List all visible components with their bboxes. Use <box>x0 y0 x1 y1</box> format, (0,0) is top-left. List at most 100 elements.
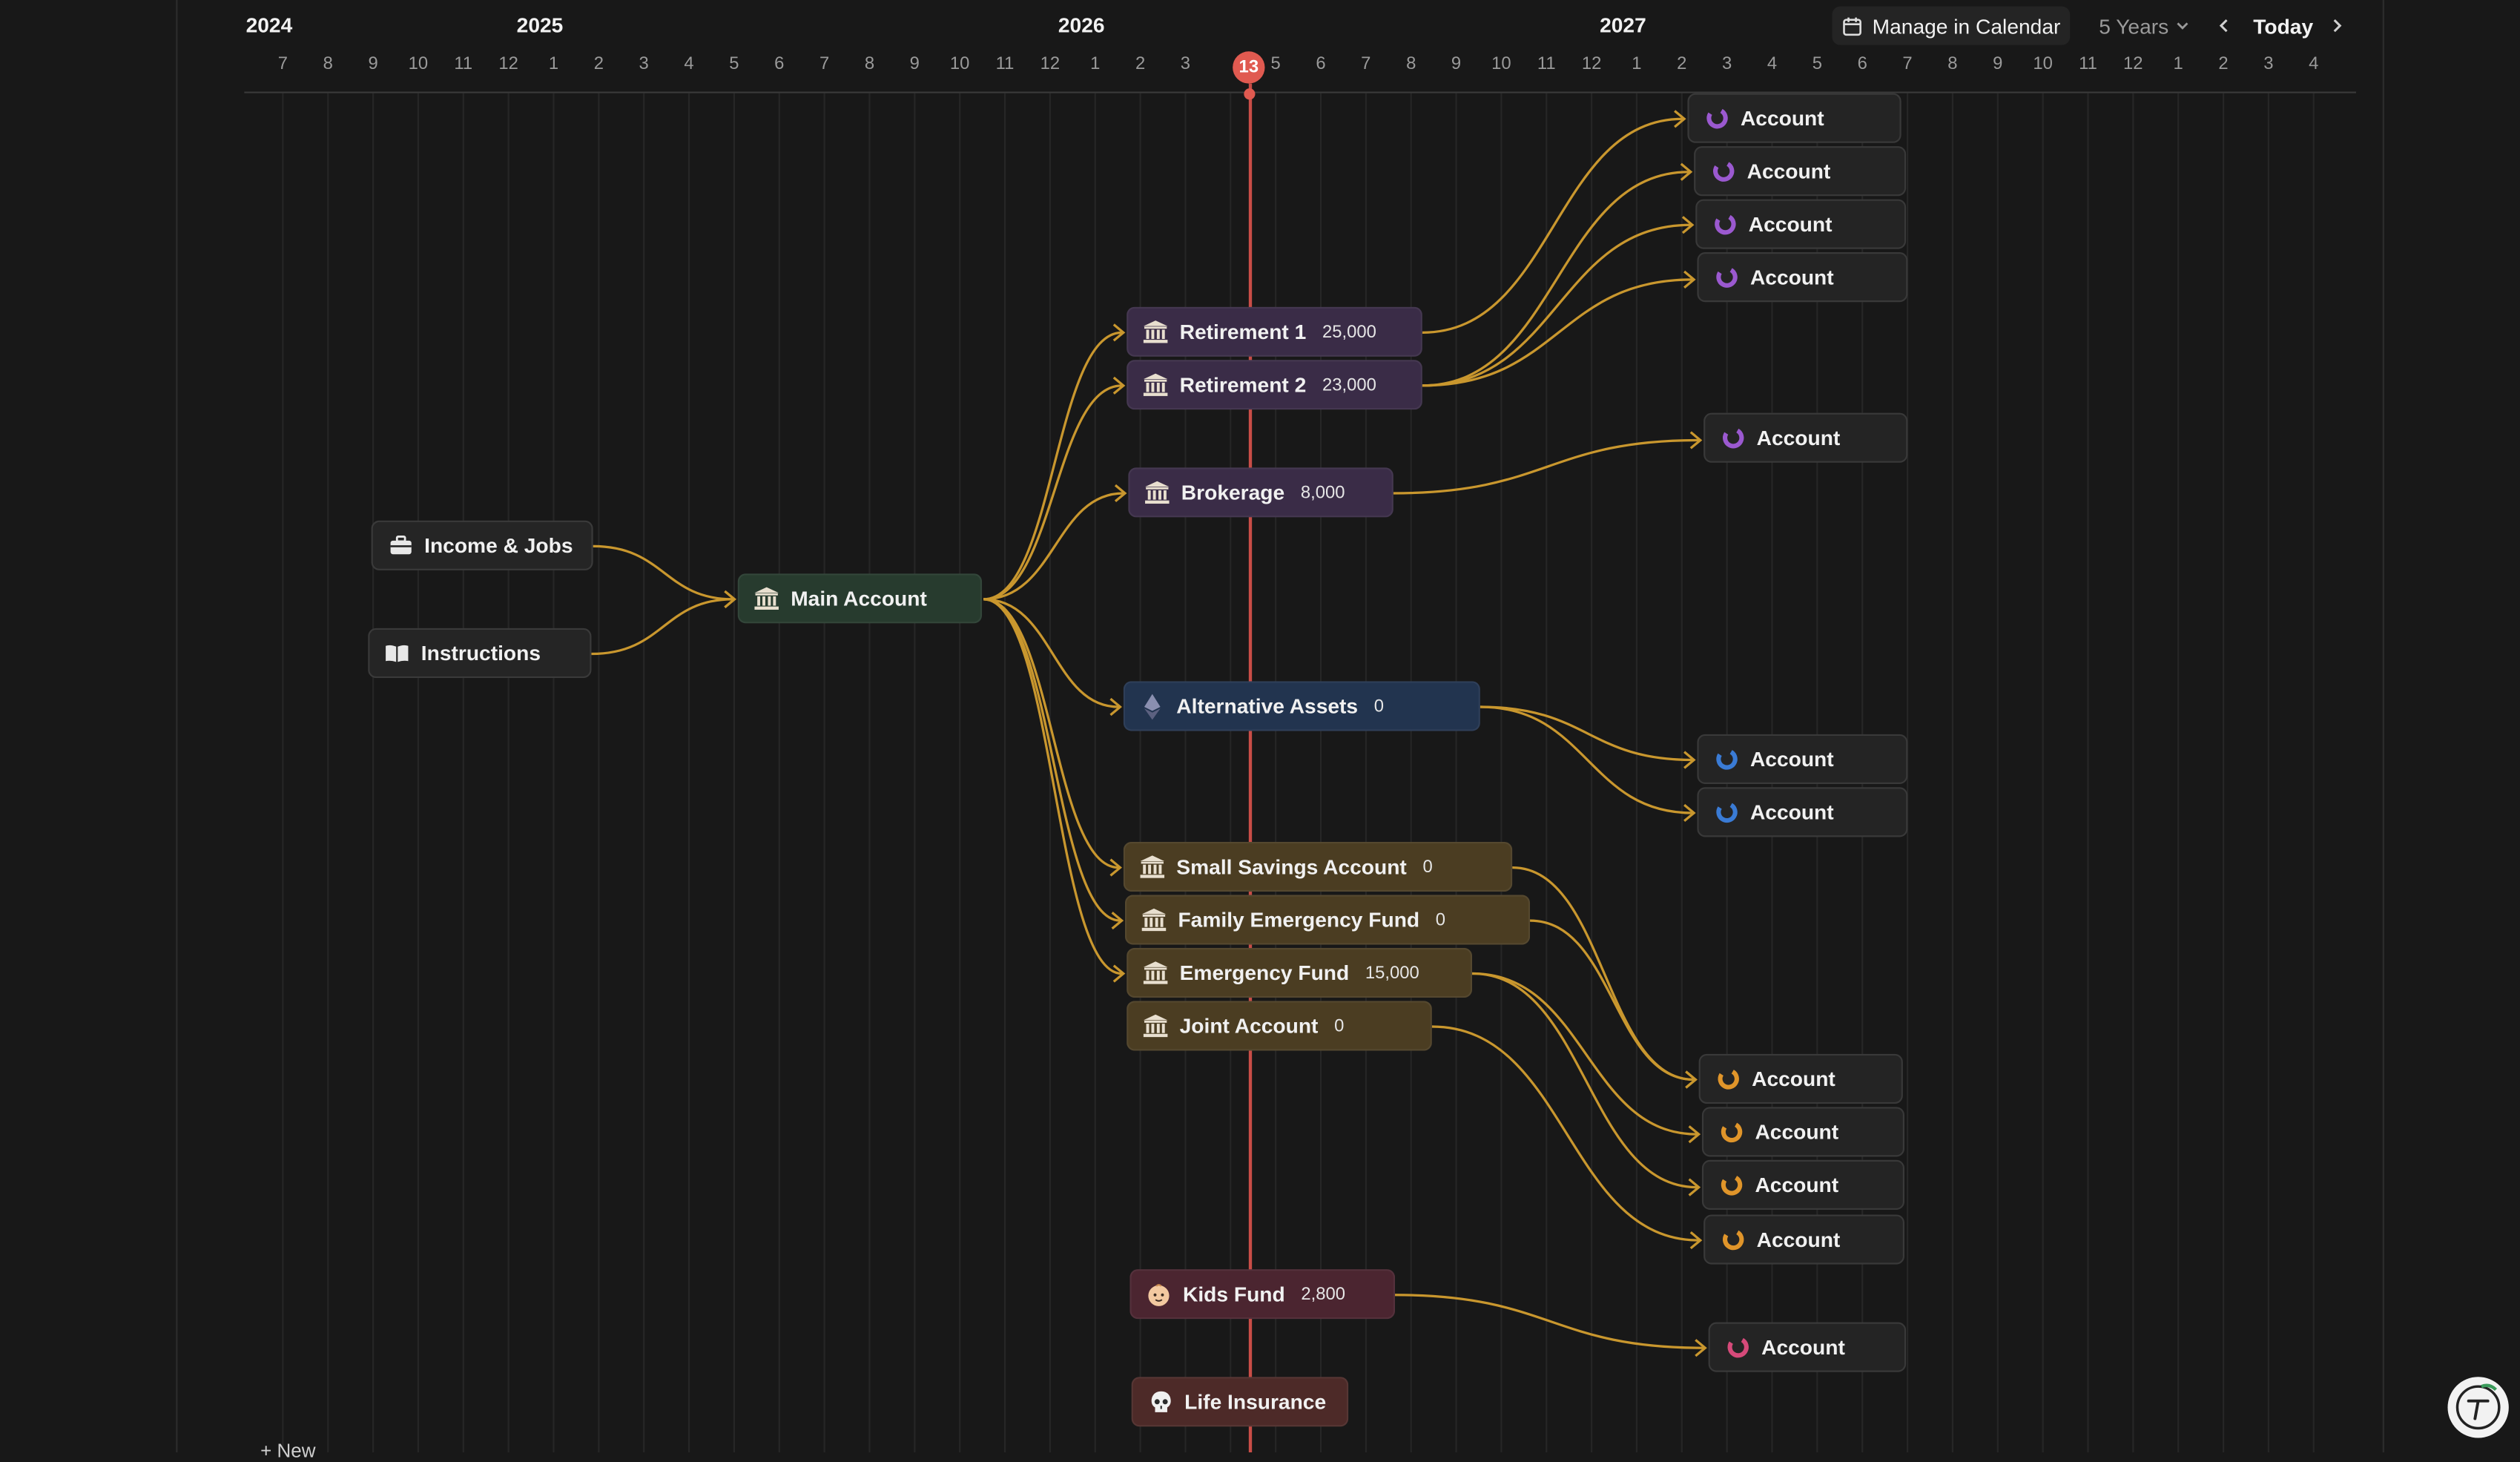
bank-icon <box>1139 906 1168 935</box>
skull-icon <box>1146 1387 1175 1416</box>
node-balance: 15,000 <box>1365 963 1419 983</box>
account-label: Account <box>1756 1227 1841 1252</box>
bank-icon <box>1141 370 1170 399</box>
flow-link <box>1395 1294 1704 1349</box>
node-balance: 23,000 <box>1322 375 1376 395</box>
alternative-assets-node[interactable]: Alternative Assets 0 <box>1123 681 1480 731</box>
bank-icon <box>1141 958 1170 987</box>
account-node[interactable]: Account <box>1703 412 1908 463</box>
account-node[interactable]: Account <box>1701 1107 1905 1157</box>
flow-link <box>1530 919 1695 1081</box>
flow-link <box>983 598 1119 869</box>
flow-link <box>593 544 733 601</box>
flow-link <box>1422 278 1692 387</box>
flow-link <box>1472 972 1698 1189</box>
account-node[interactable]: Account <box>1697 734 1908 784</box>
flow-link <box>1422 117 1683 334</box>
flow-link <box>1393 438 1699 495</box>
assistant-logo-icon <box>2455 1383 2501 1430</box>
pie-chart-icon <box>1718 424 1747 452</box>
chevron-left-icon <box>2219 19 2228 33</box>
node-label: Life Insurance <box>1184 1389 1327 1415</box>
pie-chart-icon <box>1718 1225 1747 1254</box>
flow-link <box>1422 223 1691 387</box>
assistant-avatar-button[interactable] <box>2447 1377 2509 1438</box>
baby-face-icon <box>1144 1280 1173 1308</box>
account-node[interactable]: Account <box>1698 1053 1903 1104</box>
flow-link <box>983 492 1124 601</box>
chevron-right-icon <box>2333 19 2342 33</box>
kids-fund-node[interactable]: Kids Fund 2,800 <box>1129 1269 1396 1320</box>
node-label: Instructions <box>420 641 541 665</box>
account-label: Account <box>1740 105 1824 131</box>
bank-icon <box>1141 1011 1170 1040</box>
account-label: Account <box>1752 1067 1835 1091</box>
new-button[interactable]: + New <box>260 1440 315 1462</box>
account-node[interactable]: Account <box>1708 1322 1907 1372</box>
account-node[interactable]: Account <box>1687 93 1901 143</box>
range-label: 5 Years <box>2099 13 2169 38</box>
bank-icon <box>1138 852 1167 881</box>
manage-in-calendar-button[interactable]: Manage in Calendar <box>1832 6 2071 45</box>
flow-link <box>983 384 1122 601</box>
life-insurance-node[interactable]: Life Insurance <box>1131 1377 1349 1427</box>
family-emergency-fund-node[interactable]: Family Emergency Fund 0 <box>1124 895 1531 945</box>
pie-chart-icon <box>1716 1170 1745 1199</box>
account-label: Account <box>1756 425 1841 450</box>
pie-chart-icon <box>1709 157 1738 185</box>
account-node[interactable]: Account <box>1697 252 1908 303</box>
retirement-1-node[interactable]: Retirement 1 25,000 <box>1127 306 1422 357</box>
planner-canvas: 2024 2025 2026 2027 7 8 9 10 11 12 1 2 3 4 5 6 7 8 9 10 11 12… <box>0 0 2520 1462</box>
account-label: Account <box>1755 1119 1839 1145</box>
node-label: Emergency Fund <box>1179 961 1350 985</box>
brokerage-node[interactable]: Brokerage 8,000 <box>1128 467 1393 518</box>
node-label: Kids Fund <box>1182 1282 1285 1306</box>
today-button-label: Today <box>2253 13 2314 38</box>
account-node[interactable]: Account <box>1703 1214 1905 1265</box>
chevron-down-icon <box>2177 22 2189 30</box>
node-label: Income & Jobs <box>424 533 573 558</box>
pie-chart-icon <box>1723 1333 1752 1362</box>
main-account-node[interactable]: Main Account <box>737 573 983 624</box>
node-balance: 8,000 <box>1300 482 1345 502</box>
previous-button[interactable] <box>2214 8 2234 44</box>
flow-link <box>1431 1025 1699 1242</box>
account-label: Account <box>1749 800 1834 825</box>
pie-chart-icon <box>1710 210 1739 239</box>
pie-chart-icon <box>1712 745 1741 774</box>
joint-account-node[interactable]: Joint Account 0 <box>1127 1001 1432 1051</box>
node-label: Main Account <box>791 586 927 611</box>
account-label: Account <box>1761 1334 1845 1360</box>
node-label: Joint Account <box>1179 1013 1319 1038</box>
account-label: Account <box>1755 1173 1839 1197</box>
small-savings-node[interactable]: Small Savings Account 0 <box>1123 841 1513 892</box>
today-button[interactable]: Today <box>2253 8 2313 44</box>
node-label: Retirement 1 <box>1179 320 1307 344</box>
node-label: Retirement 2 <box>1179 372 1307 397</box>
book-open-icon <box>383 639 412 668</box>
account-node[interactable]: Account <box>1694 146 1907 197</box>
account-node[interactable]: Account <box>1697 787 1908 837</box>
instructions-node[interactable]: Instructions <box>368 628 592 679</box>
retirement-2-node[interactable]: Retirement 2 23,000 <box>1127 360 1422 410</box>
flow-link <box>1512 866 1695 1081</box>
next-button[interactable] <box>2327 8 2346 44</box>
manage-label: Manage in Calendar <box>1872 13 2061 38</box>
node-label: Brokerage <box>1181 480 1285 505</box>
ethereum-icon <box>1138 691 1167 720</box>
bank-icon <box>1143 478 1172 507</box>
flow-link <box>1480 705 1692 762</box>
emergency-fund-node[interactable]: Emergency Fund 15,000 <box>1127 947 1473 998</box>
node-balance: 0 <box>1334 1015 1345 1035</box>
flow-link <box>1480 705 1692 814</box>
pie-chart-icon <box>1702 104 1731 133</box>
account-label: Account <box>1749 747 1834 771</box>
node-label: Family Emergency Fund <box>1178 907 1420 932</box>
range-select[interactable]: 5 Years <box>2099 8 2191 44</box>
account-node[interactable]: Account <box>1701 1159 1905 1210</box>
account-node[interactable]: Account <box>1695 199 1907 249</box>
node-balance: 25,000 <box>1322 322 1376 342</box>
income-jobs-node[interactable]: Income & Jobs <box>371 520 593 570</box>
node-balance: 0 <box>1373 696 1385 716</box>
pie-chart-icon <box>1713 1064 1742 1093</box>
